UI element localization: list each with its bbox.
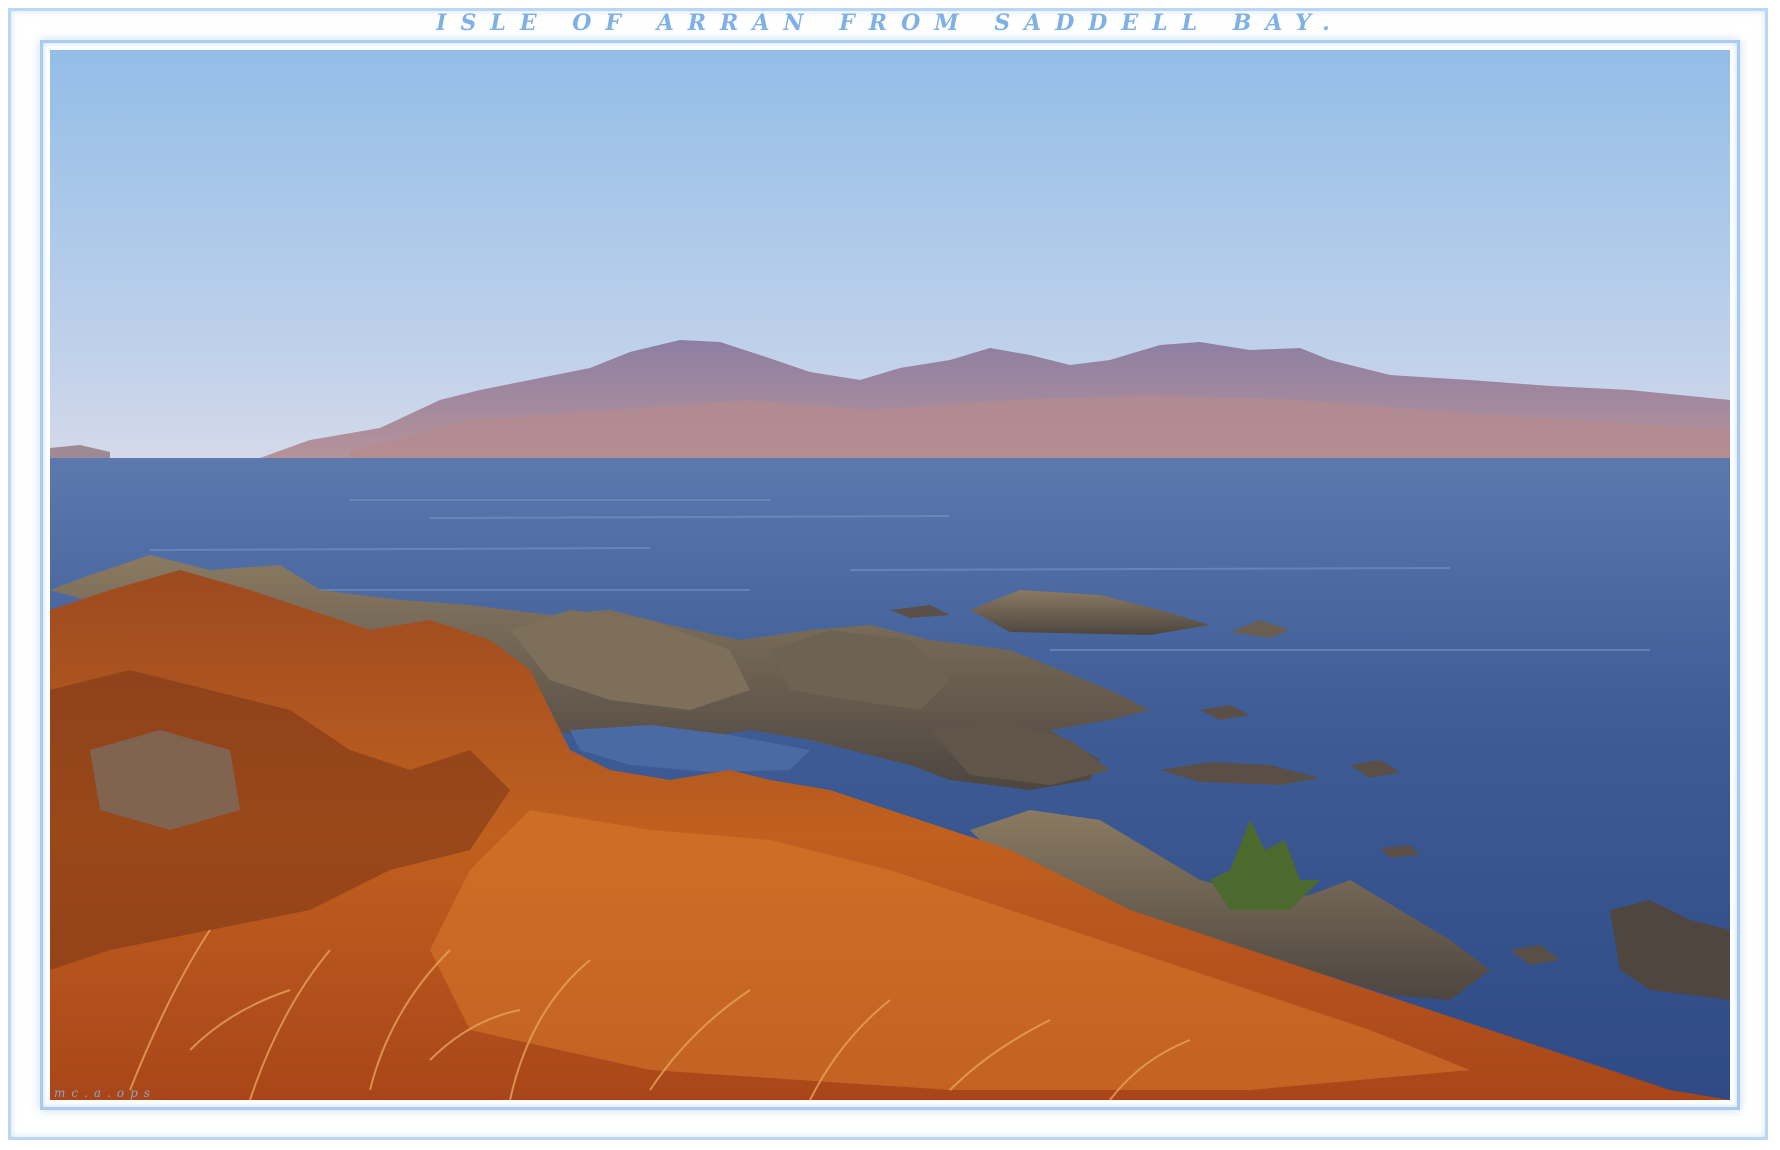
photo-title: ISLE OF ARRAN FROM SADDELL BAY. xyxy=(436,10,1344,36)
landscape-photo xyxy=(50,50,1730,1100)
photographer-signature: mc.a.ops xyxy=(54,1086,156,1100)
